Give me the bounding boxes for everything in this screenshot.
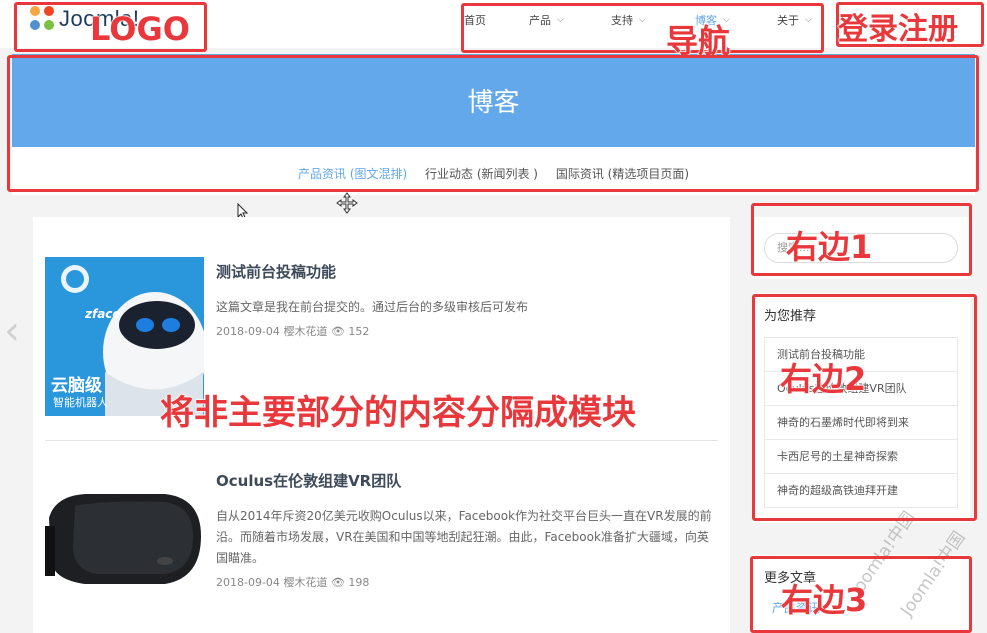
thumb-caption-bottom: 智能机器人 bbox=[53, 396, 108, 409]
article-author: 樱木花道 bbox=[283, 325, 328, 338]
annotation-label-login: 登录注册 bbox=[838, 12, 959, 48]
article-views: 198 bbox=[348, 576, 370, 589]
list-item: Oculus在伦敦组建VR团队 自从2014年斥资20亿美元收购Oculus以来… bbox=[45, 466, 718, 626]
annotation-label-right1: 右边1 bbox=[785, 228, 873, 267]
article-thumbnail[interactable] bbox=[45, 466, 204, 625]
annotation-label-module-note: 将非主要部分的内容分隔成模块 bbox=[160, 393, 637, 434]
article-meta: 2018-09-04 樱木花道 👁 198 bbox=[216, 574, 369, 590]
article-meta: 2018-09-04 樱木花道 👁 152 bbox=[216, 323, 369, 339]
thumb-brand-text: zface bbox=[85, 307, 121, 321]
article-summary: 这篇文章是我在前台提交的。通过后台的多级审核后可发布 bbox=[216, 300, 529, 314]
article-title[interactable]: Oculus在伦敦组建VR团队 bbox=[216, 470, 401, 491]
annotation-box-banner bbox=[7, 55, 979, 192]
annotation-label-logo: LOGO bbox=[90, 10, 191, 49]
annotation-label-right2: 右边2 bbox=[779, 360, 867, 399]
article-views: 152 bbox=[348, 325, 370, 338]
vr-headset-image bbox=[45, 466, 204, 625]
thumb-caption-top: 云脑级 bbox=[51, 376, 102, 396]
annotation-label-right3: 右边3 bbox=[780, 581, 868, 620]
article-summary: 自从2014年斥资20亿美元收购Oculus以来，Facebook作为社交平台巨… bbox=[216, 509, 712, 565]
eye-icon: 👁 bbox=[330, 576, 345, 589]
prev-arrow-icon[interactable]: ‹ bbox=[4, 308, 20, 354]
move-cursor-icon bbox=[336, 192, 358, 214]
annotation-box-right2 bbox=[752, 294, 977, 521]
article-title[interactable]: 测试前台投稿功能 bbox=[216, 261, 336, 282]
article-date: 2018-09-04 bbox=[216, 576, 280, 589]
annotation-box-nav bbox=[461, 3, 824, 53]
article-date: 2018-09-04 bbox=[216, 325, 280, 338]
article-author: 樱木花道 bbox=[283, 576, 328, 589]
article-divider bbox=[45, 440, 718, 441]
eye-icon: 👁 bbox=[330, 325, 345, 338]
